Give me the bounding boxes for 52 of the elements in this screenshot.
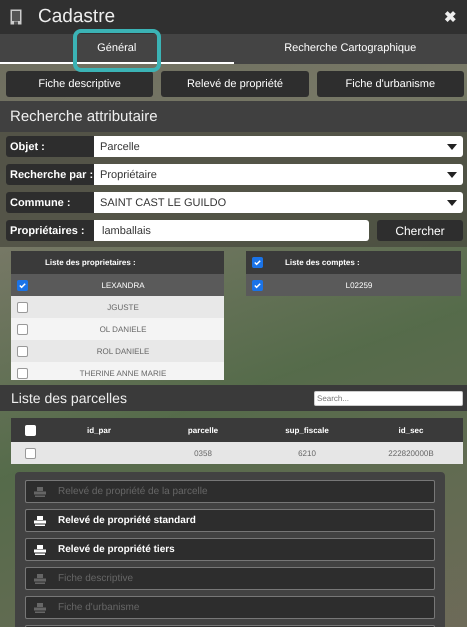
table-cell: 222820000B bbox=[388, 448, 434, 458]
field-label: Commune : bbox=[6, 192, 94, 213]
close-button[interactable]: ✖ bbox=[444, 8, 457, 26]
checkbox[interactable] bbox=[25, 448, 36, 458]
checkbox[interactable] bbox=[17, 368, 28, 378]
owner-row[interactable]: LEXANDRA bbox=[11, 274, 224, 296]
list-title: Liste des proprietaires : bbox=[45, 258, 136, 267]
printer-icon bbox=[34, 602, 46, 612]
search-field[interactable]: Search... bbox=[314, 390, 463, 406]
field-label: Recherche par : bbox=[6, 164, 94, 185]
owner-row[interactable]: JGUSTE bbox=[11, 296, 224, 318]
table-cell: 6210 bbox=[298, 448, 316, 458]
window-title: Cadastre bbox=[38, 6, 116, 28]
section-title: Recherche attributaire bbox=[0, 101, 467, 132]
search-button[interactable]: Chercher bbox=[377, 220, 463, 241]
field-label: Propriétaires : bbox=[6, 220, 94, 241]
caret-icon bbox=[447, 172, 457, 178]
dropdown-field[interactable]: SAINT CAST LE GUILDO bbox=[94, 192, 463, 213]
print-menu-item[interactable]: Relevé de propriété standard bbox=[25, 509, 435, 532]
printer-icon bbox=[34, 574, 46, 584]
report-button[interactable]: Fiche d'urbanisme bbox=[316, 71, 464, 97]
section-title: Liste des parcelles bbox=[11, 390, 127, 406]
list-title: Liste des comptes : bbox=[285, 258, 360, 267]
column-header: parcelle bbox=[186, 426, 220, 434]
account-row[interactable]: L02259 bbox=[246, 274, 461, 296]
field-label: Objet : bbox=[6, 136, 94, 157]
report-button[interactable]: Relevé de propriété bbox=[161, 71, 309, 97]
dropdown-field[interactable]: Propriétaire bbox=[94, 164, 463, 185]
column-header: id_sec bbox=[398, 426, 424, 434]
table-row[interactable]: 0358 6210 222820000B bbox=[11, 442, 463, 464]
checkbox[interactable] bbox=[17, 324, 28, 334]
tab[interactable]: Général bbox=[0, 34, 234, 64]
checkbox[interactable] bbox=[252, 257, 263, 268]
checkbox[interactable] bbox=[252, 280, 263, 290]
printer-icon bbox=[34, 486, 46, 496]
report-button[interactable]: Fiche descriptive bbox=[6, 71, 154, 97]
input-field[interactable]: lamballais bbox=[94, 220, 369, 241]
caret-icon bbox=[447, 200, 457, 206]
owner-row[interactable]: ROL DANIELE bbox=[11, 340, 224, 362]
column-header: sup_fiscale bbox=[284, 426, 330, 434]
printer-icon bbox=[34, 516, 46, 526]
checkbox[interactable] bbox=[17, 346, 28, 356]
column-header: id_par bbox=[86, 426, 112, 434]
dropdown-field[interactable]: Parcelle bbox=[94, 136, 463, 157]
tab[interactable]: Recherche Cartographique bbox=[234, 34, 467, 64]
checkbox[interactable] bbox=[17, 280, 28, 290]
print-menu-item[interactable]: Relevé de propriété tiers bbox=[25, 538, 435, 561]
printer-icon bbox=[34, 544, 46, 554]
checkbox[interactable] bbox=[17, 302, 28, 312]
caret-icon bbox=[447, 144, 457, 150]
table-cell: 0358 bbox=[194, 448, 212, 458]
building-icon bbox=[10, 9, 22, 25]
